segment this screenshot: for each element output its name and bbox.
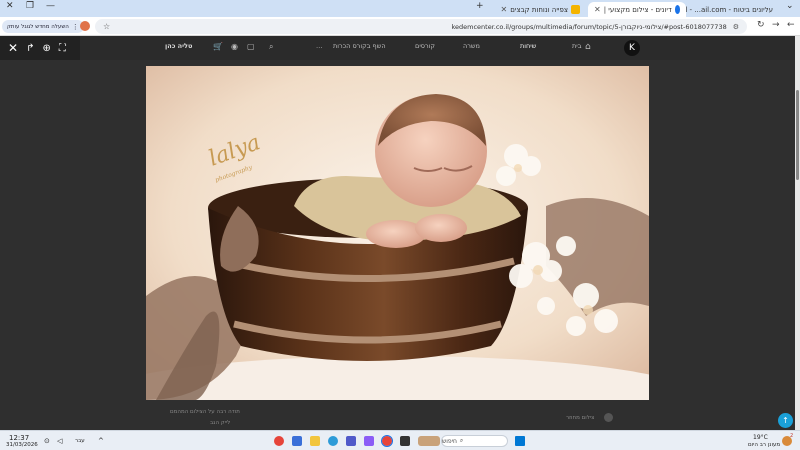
wifi-icon[interactable]: ⊙ bbox=[44, 437, 50, 445]
widget-icon[interactable] bbox=[418, 436, 440, 446]
taskbar-date[interactable]: 31/03/2026 bbox=[6, 442, 38, 448]
bookmark-star-icon[interactable]: ☆ bbox=[103, 22, 110, 31]
tab-label: צפייה ונוחות קבצים bbox=[510, 5, 568, 14]
zoom-icon[interactable]: ⊕ bbox=[42, 43, 50, 54]
close-tab-icon[interactable]: ✕ bbox=[594, 5, 601, 14]
teams-icon[interactable] bbox=[346, 436, 356, 446]
reload-icon[interactable]: ↻ bbox=[757, 20, 765, 30]
files-icon bbox=[571, 5, 580, 14]
restore-window-icon[interactable]: ❐ bbox=[26, 1, 34, 11]
messages-icon[interactable]: ▢ bbox=[247, 42, 255, 51]
fullscreen-icon[interactable]: ⛶ bbox=[59, 43, 66, 54]
site-info-icon[interactable]: ⚙ bbox=[733, 23, 739, 31]
chrome-icon[interactable] bbox=[274, 436, 284, 446]
user-name[interactable]: טליה כהן bbox=[165, 42, 192, 50]
search-icon: ⌕ bbox=[459, 437, 464, 444]
taskbar: 12:37 31/03/2026 ⊙ ◁ עבר ^ ⌕ חיפוש 19°C … bbox=[0, 430, 800, 450]
copilot-icon[interactable] bbox=[364, 436, 374, 446]
speaker-icon[interactable]: ◁ bbox=[57, 437, 62, 445]
cart-icon[interactable]: 🛒 bbox=[213, 42, 223, 51]
new-tab-icon[interactable]: + bbox=[476, 1, 484, 11]
nav-courses[interactable]: קורסים bbox=[415, 42, 435, 50]
tab-forum[interactable]: דיונים - צילום מקצועי | ✕ bbox=[588, 2, 686, 17]
taskbar-time[interactable]: 12:37 bbox=[9, 434, 29, 442]
avatar[interactable] bbox=[80, 21, 90, 31]
nav-home[interactable]: בית bbox=[572, 42, 581, 50]
back-icon[interactable]: ← bbox=[787, 20, 795, 30]
nav-academy[interactable]: השף בקורס הכרות bbox=[333, 42, 386, 50]
url-text: kedemcenter.co.il/groups/multimedia/foru… bbox=[451, 22, 727, 31]
weather-temp[interactable]: 19°C bbox=[753, 434, 768, 441]
lightbox-toolbar: ✕ ↱ ⊕ ⛶ bbox=[0, 36, 80, 60]
comment-text: תודה רבה על הצילום המהמם bbox=[170, 409, 240, 415]
notification-badge: 2 bbox=[790, 433, 794, 439]
scrollbar-thumb[interactable] bbox=[796, 90, 799, 180]
comment-actions[interactable]: לייק הגב bbox=[210, 420, 230, 426]
scroll-top-button[interactable]: ↑ bbox=[778, 413, 793, 428]
tab-label: דיונים - צילום מקצועי | bbox=[603, 5, 672, 14]
close-window-icon[interactable]: ✕ bbox=[6, 1, 14, 11]
newborn-photo: lalya photography bbox=[146, 66, 649, 400]
more-icon: ⋮ bbox=[71, 22, 79, 31]
tab-search-icon[interactable]: ⌄ bbox=[786, 1, 794, 11]
weather-desc[interactable]: מעונן רב היום bbox=[748, 442, 780, 448]
close-icon[interactable]: ✕ bbox=[8, 41, 18, 55]
site-logo[interactable]: K bbox=[624, 40, 640, 56]
site-nav-bar: טליה כהן 🛒 ◉ ▢ ⌕ … השף בקורס הכרות קורסי… bbox=[0, 36, 800, 60]
profile-button[interactable]: ⋮ השעלה מחדש לגוגל עותק bbox=[2, 20, 84, 33]
minimize-window-icon[interactable]: — bbox=[46, 1, 55, 11]
share-icon[interactable]: ↱ bbox=[26, 43, 34, 54]
forward-icon[interactable]: → bbox=[772, 20, 780, 30]
url-field[interactable]: ☆ kedemcenter.co.il/groups/multimedia/fo… bbox=[95, 19, 747, 34]
lightbox-photo[interactable]: lalya photography bbox=[146, 66, 649, 400]
search-icon[interactable]: ⌕ bbox=[269, 42, 273, 52]
file-explorer-icon[interactable] bbox=[310, 436, 320, 446]
avatar bbox=[604, 413, 613, 422]
windows-start-icon[interactable] bbox=[515, 436, 525, 446]
post-author[interactable]: צילום מחוזר bbox=[566, 415, 594, 421]
close-tab-icon[interactable]: ✕ bbox=[501, 5, 508, 14]
taskbar-search[interactable]: ⌕ חיפוש bbox=[441, 435, 508, 447]
outlook-icon[interactable] bbox=[292, 436, 302, 446]
tab-files[interactable]: צפייה ונוחות קבצים ✕ bbox=[488, 2, 586, 17]
nav-discussions[interactable]: שיחות bbox=[520, 42, 536, 50]
tab-gmail[interactable]: עליונים ביטוח - Gmail - ...ail.com ✕ bbox=[657, 2, 782, 17]
nav-groups[interactable]: משרה bbox=[463, 42, 480, 50]
language-indicator[interactable]: עבר bbox=[75, 438, 85, 444]
address-bar-row: ⋮ השעלה מחדש לגוגל עותק ☆ kedemcenter.co… bbox=[0, 17, 800, 36]
terminal-icon[interactable] bbox=[400, 436, 410, 446]
edge-icon[interactable] bbox=[328, 436, 338, 446]
more-nav-icon[interactable]: … bbox=[316, 42, 323, 50]
chevron-up-icon[interactable]: ^ bbox=[98, 437, 104, 445]
search-placeholder: חיפוש bbox=[442, 437, 457, 445]
chrome-active-icon[interactable] bbox=[381, 435, 393, 447]
browser-tab-bar: ✕ ❐ — ⌄ עליונים ביטוח - Gmail - ...ail.c… bbox=[0, 0, 800, 17]
site-favicon-icon bbox=[674, 5, 680, 14]
notifications-icon[interactable]: ◉ bbox=[231, 42, 238, 51]
profile-label: השעלה מחדש לגוגל עותק bbox=[7, 23, 69, 30]
home-icon: ⌂ bbox=[585, 42, 591, 52]
